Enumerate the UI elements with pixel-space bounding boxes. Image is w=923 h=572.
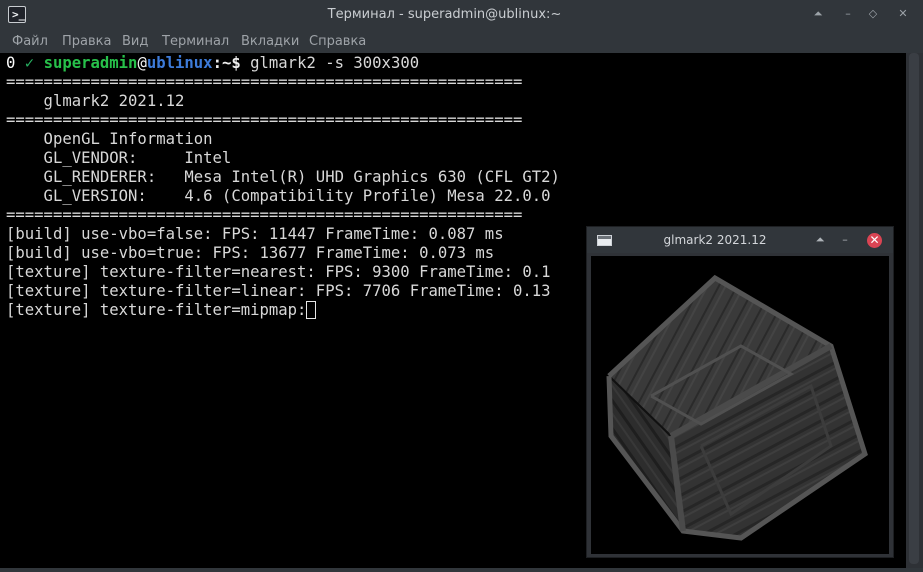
renderer-line: GL_RENDERER: Mesa Intel(R) UHD Graphics … bbox=[6, 168, 560, 186]
exit-code: 0 bbox=[6, 54, 16, 72]
prompt-user: superadmin bbox=[43, 54, 138, 72]
separator-line: ========================================… bbox=[6, 73, 523, 91]
prompt-at: @ bbox=[137, 54, 147, 72]
vendor-line: GL_VENDOR: Intel bbox=[6, 149, 232, 167]
menu-file[interactable]: Файл bbox=[12, 34, 48, 49]
keep-above-button[interactable]: ⏶ bbox=[811, 7, 825, 21]
result-line: [build] use-vbo=true: FPS: 13677 FrameTi… bbox=[6, 244, 495, 262]
glmark-minimize-button[interactable]: – bbox=[838, 233, 852, 247]
check-icon: ✓ bbox=[24, 54, 35, 72]
menu-terminal[interactable]: Терминал bbox=[162, 34, 229, 49]
result-text: [texture] texture-filter=mipmap: bbox=[6, 301, 307, 319]
current-result-line: [texture] texture-filter=mipmap: bbox=[6, 301, 317, 320]
result-line: [texture] texture-filter=linear: FPS: 77… bbox=[6, 282, 551, 300]
maximize-button[interactable]: ◇ bbox=[866, 7, 880, 21]
version-line: glmark2 2021.12 bbox=[6, 92, 185, 110]
result-line: [build] use-vbo=false: FPS: 11447 FrameT… bbox=[6, 225, 504, 243]
command-text: glmark2 -s 300x300 bbox=[240, 54, 420, 72]
scrollbar-thumb[interactable] bbox=[909, 53, 919, 564]
minimize-button[interactable]: – bbox=[841, 7, 855, 21]
gl-version-line: GL_VERSION: 4.6 (Compatibility Profile) … bbox=[6, 187, 551, 205]
vertical-scrollbar[interactable] bbox=[906, 53, 923, 568]
render-canvas bbox=[591, 256, 889, 554]
text-cursor bbox=[306, 301, 317, 319]
info-header: OpenGL Information bbox=[6, 130, 213, 148]
glmark-window-title: glmark2 2021.12 bbox=[663, 233, 767, 247]
menu-view[interactable]: Вид bbox=[122, 34, 148, 49]
menu-bar: Файл Правка Вид Терминал Вкладки Справка bbox=[0, 30, 923, 53]
menu-help[interactable]: Справка bbox=[309, 34, 366, 49]
prompt-line: 0 ✓ superadmin@ublinux:~$ glmark2 -s 300… bbox=[6, 54, 419, 73]
window-bottom-edge bbox=[0, 568, 923, 572]
separator-line: ========================================… bbox=[6, 111, 523, 129]
separator-line: ========================================… bbox=[6, 206, 523, 224]
crate-cube-render bbox=[606, 274, 868, 541]
menu-tabs[interactable]: Вкладки bbox=[241, 34, 299, 49]
close-button[interactable]: ✕ bbox=[896, 7, 910, 21]
result-line: [texture] texture-filter=nearest: FPS: 9… bbox=[6, 263, 551, 281]
prompt-host: ublinux bbox=[146, 54, 213, 72]
title-bar: >_ Терминал - superadmin@ublinux:~ ⏶ – ◇… bbox=[0, 0, 923, 30]
glmark-close-button[interactable]: ✕ bbox=[867, 233, 882, 248]
window-title: Терминал - superadmin@ublinux:~ bbox=[327, 7, 562, 22]
prompt-path: :~$ bbox=[212, 54, 241, 72]
menu-edit[interactable]: Правка bbox=[62, 34, 111, 49]
glmark-title-bar: glmark2 2021.12 ⏶ – ✕ bbox=[587, 227, 893, 253]
glmark-window: glmark2 2021.12 ⏶ – ✕ bbox=[586, 226, 894, 558]
glmark-keep-above-button[interactable]: ⏶ bbox=[813, 233, 827, 247]
